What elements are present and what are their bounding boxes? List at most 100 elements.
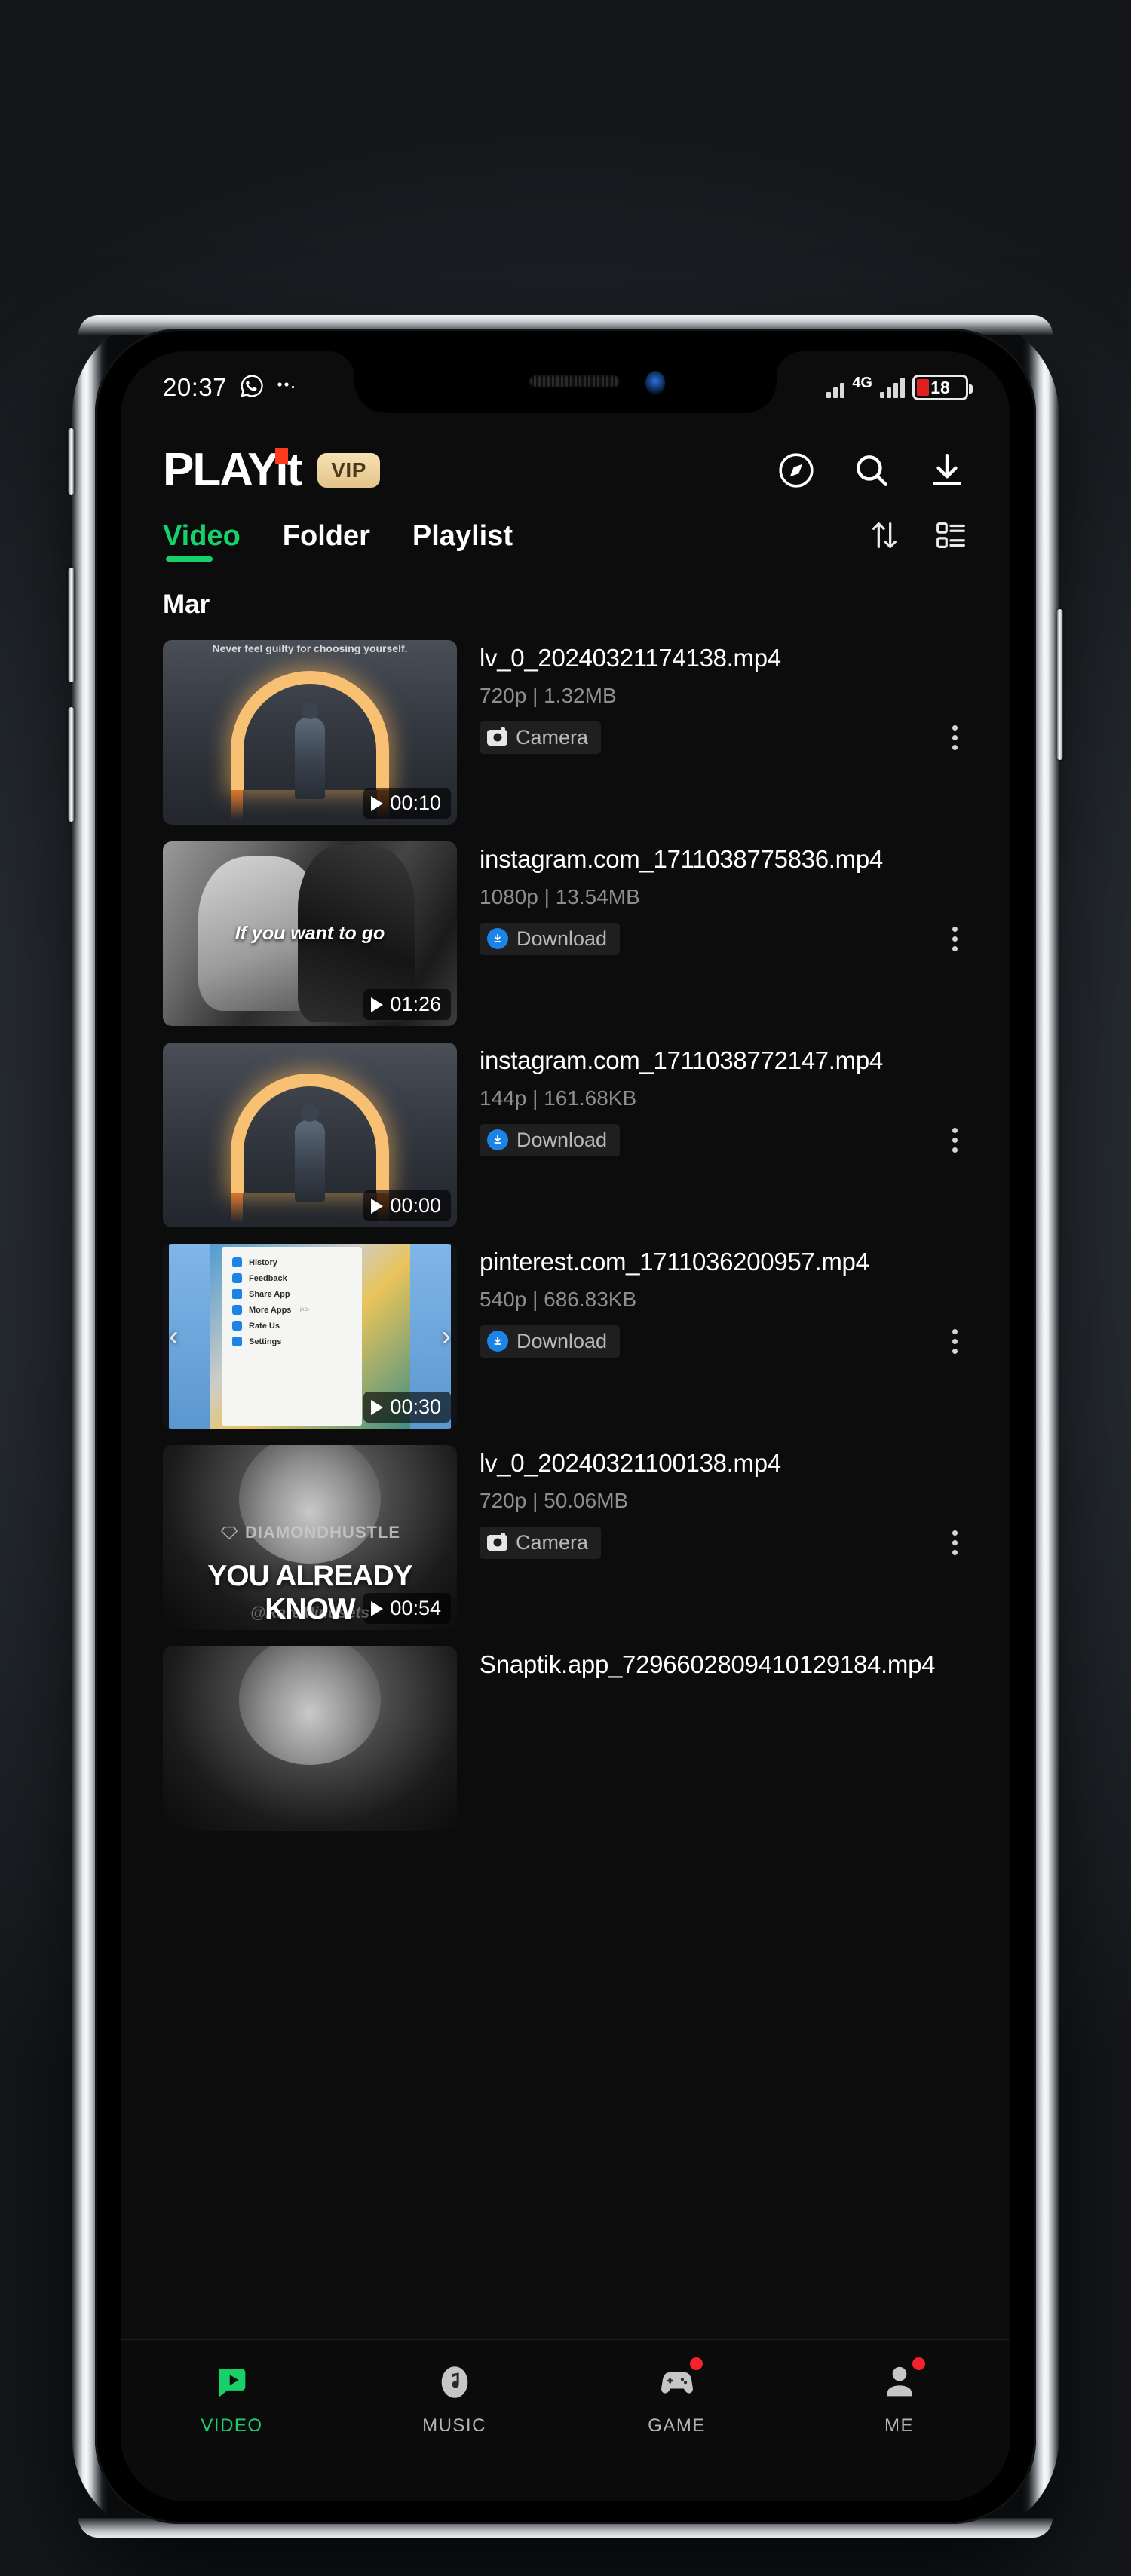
thumbnail-caption: Never feel guilty for choosing yourself. bbox=[212, 642, 408, 654]
source-tag-label: Download bbox=[516, 1329, 608, 1352]
more-options-button[interactable] bbox=[942, 719, 968, 756]
menu-label: Feedback bbox=[249, 1273, 287, 1283]
playit-app: PLAYit VIP Video Folder Playlist Mar Nev… bbox=[121, 351, 1010, 2501]
video-tag-row: Download bbox=[480, 1122, 968, 1159]
silent-switch-button[interactable] bbox=[68, 428, 75, 495]
layout-grid-icon[interactable] bbox=[933, 518, 968, 556]
source-tag-label: Download bbox=[516, 1128, 608, 1151]
history-icon bbox=[232, 1257, 242, 1267]
download-circle-icon bbox=[487, 1129, 508, 1151]
video-title: instagram.com_1711038772147.mp4 bbox=[480, 1046, 883, 1074]
more-options-button[interactable] bbox=[942, 920, 968, 957]
search-icon[interactable] bbox=[851, 449, 893, 492]
status-bar-left: 20:37 bbox=[163, 373, 296, 403]
section-header: Mar bbox=[163, 590, 210, 619]
sort-icon[interactable] bbox=[867, 518, 902, 556]
vip-badge[interactable]: VIP bbox=[317, 452, 380, 488]
video-tag-row: Camera bbox=[480, 719, 968, 756]
video-title: lv_0_20240321174138.mp4 bbox=[480, 644, 781, 672]
list-item: Settings bbox=[222, 1334, 362, 1349]
video-meta: lv_0_20240321174138.mp4 720p | 1.32MB Ca… bbox=[480, 640, 968, 825]
compass-icon[interactable] bbox=[775, 449, 817, 492]
volume-down-button[interactable] bbox=[68, 707, 75, 822]
video-quality-size: 1080p | 13.54MB bbox=[480, 884, 640, 908]
source-tag-label: Camera bbox=[516, 725, 589, 749]
video-thumbnail[interactable]: Never feel guilty for choosing yourself.… bbox=[163, 640, 457, 825]
table-row[interactable]: Snaptik.app_7296602809410129184.mp4 bbox=[163, 1638, 968, 1839]
source-tag: Camera bbox=[480, 721, 602, 754]
notification-badge bbox=[689, 2357, 703, 2370]
nav-item-video[interactable]: VIDEO bbox=[121, 2360, 343, 2437]
source-tag-label: Camera bbox=[516, 1530, 589, 1554]
table-row[interactable]: DIAMONDHUSTLE YOU ALREADY KNOW @RareMind… bbox=[163, 1437, 968, 1638]
menu-label: Settings bbox=[249, 1337, 282, 1346]
video-tag-row: Camera bbox=[480, 1524, 968, 1561]
tab-video[interactable]: Video bbox=[163, 520, 241, 562]
status-time: 20:37 bbox=[163, 373, 228, 401]
person-silhouette bbox=[295, 718, 325, 799]
gamepad-icon bbox=[654, 2357, 703, 2405]
video-thumbnail[interactable] bbox=[163, 1646, 457, 1831]
display-notch bbox=[354, 351, 777, 413]
video-title: Snaptik.app_7296602809410129184.mp4 bbox=[480, 1650, 936, 1678]
battery-fill bbox=[917, 379, 929, 396]
video-title: lv_0_20240321100138.mp4 bbox=[480, 1449, 781, 1477]
table-row[interactable]: Never feel guilty for choosing yourself.… bbox=[163, 632, 968, 833]
download-icon[interactable] bbox=[926, 449, 968, 492]
nav-item-game[interactable]: GAME bbox=[566, 2357, 788, 2437]
download-circle-icon bbox=[487, 928, 508, 950]
tab-folder[interactable]: Folder bbox=[283, 520, 370, 562]
more-options-button[interactable] bbox=[942, 1323, 968, 1360]
network-type-label: 4G bbox=[852, 375, 872, 391]
nav-label-me: ME bbox=[884, 2415, 914, 2436]
thumbnail-caption: If you want to go bbox=[234, 922, 385, 944]
tab-playlist[interactable]: Playlist bbox=[412, 520, 513, 562]
play-icon bbox=[371, 1198, 384, 1214]
video-thumbnail[interactable]: 00:00 bbox=[163, 1043, 457, 1227]
volume-up-button[interactable] bbox=[68, 568, 75, 682]
video-thumbnail[interactable]: DIAMONDHUSTLE YOU ALREADY KNOW @RareMind… bbox=[163, 1445, 457, 1630]
header-icons bbox=[775, 449, 968, 492]
signal-bars-sim1-icon bbox=[826, 377, 845, 398]
thumbnail-menu-sheet: History Feedback Share App More Apps (AD)… bbox=[222, 1247, 362, 1426]
menu-label: Rate Us bbox=[249, 1321, 280, 1331]
duration-label: 01:26 bbox=[390, 993, 441, 1015]
apps-icon bbox=[232, 1305, 242, 1315]
more-options-button[interactable] bbox=[942, 1122, 968, 1159]
video-thumbnail[interactable]: If you want to go 01:26 bbox=[163, 841, 457, 1026]
gear-icon bbox=[232, 1337, 242, 1346]
video-play-icon bbox=[210, 2360, 255, 2405]
video-meta: pinterest.com_1711036200957.mp4 540p | 6… bbox=[480, 1244, 968, 1429]
chevron-left-icon: ‹ bbox=[169, 1320, 179, 1352]
video-list[interactable]: Never feel guilty for choosing yourself.… bbox=[121, 632, 1010, 2501]
video-title: instagram.com_1711038775836.mp4 bbox=[480, 845, 883, 873]
more-options-button[interactable] bbox=[942, 1524, 968, 1561]
nav-item-me[interactable]: ME bbox=[788, 2357, 1010, 2437]
duration-label: 00:00 bbox=[390, 1194, 441, 1217]
table-row[interactable]: 00:00 instagram.com_1711038772147.mp4 14… bbox=[163, 1034, 968, 1236]
menu-label: More Apps bbox=[249, 1305, 292, 1315]
thumbnail-watermark: DIAMONDHUSTLE bbox=[163, 1523, 457, 1542]
table-row[interactable]: History Feedback Share App More Apps (AD)… bbox=[163, 1236, 968, 1437]
video-thumbnail[interactable]: History Feedback Share App More Apps (AD)… bbox=[163, 1244, 457, 1429]
camera-icon bbox=[487, 727, 507, 746]
video-tag-row: Download bbox=[480, 920, 968, 957]
power-button[interactable] bbox=[1056, 609, 1063, 760]
nav-item-music[interactable]: MUSIC bbox=[343, 2360, 566, 2437]
watermark-label: DIAMONDHUSTLE bbox=[244, 1522, 401, 1542]
video-quality-size: 540p | 686.83KB bbox=[480, 1287, 637, 1311]
table-row[interactable]: If you want to go 01:26 instagram.com_17… bbox=[163, 833, 968, 1034]
tabs-row: Video Folder Playlist bbox=[121, 504, 1010, 564]
source-tag: Download bbox=[480, 1325, 621, 1358]
music-note-icon bbox=[432, 2360, 477, 2405]
phone-mockup: 20:37 4G 18 PLAYit VIP Video Folder Play… bbox=[68, 315, 1063, 2538]
ellipsis-icon bbox=[277, 381, 296, 394]
video-meta: instagram.com_1711038772147.mp4 144p | 1… bbox=[480, 1043, 968, 1227]
video-meta: instagram.com_1711038775836.mp4 1080p | … bbox=[480, 841, 968, 1026]
app-header: PLAYit VIP bbox=[121, 424, 1010, 504]
duration-label: 00:10 bbox=[390, 792, 441, 814]
content-tabs: Video Folder Playlist bbox=[163, 520, 513, 562]
menu-label: Share App bbox=[249, 1289, 290, 1299]
list-item: Share App bbox=[222, 1286, 362, 1302]
diamond-icon bbox=[221, 1526, 238, 1539]
